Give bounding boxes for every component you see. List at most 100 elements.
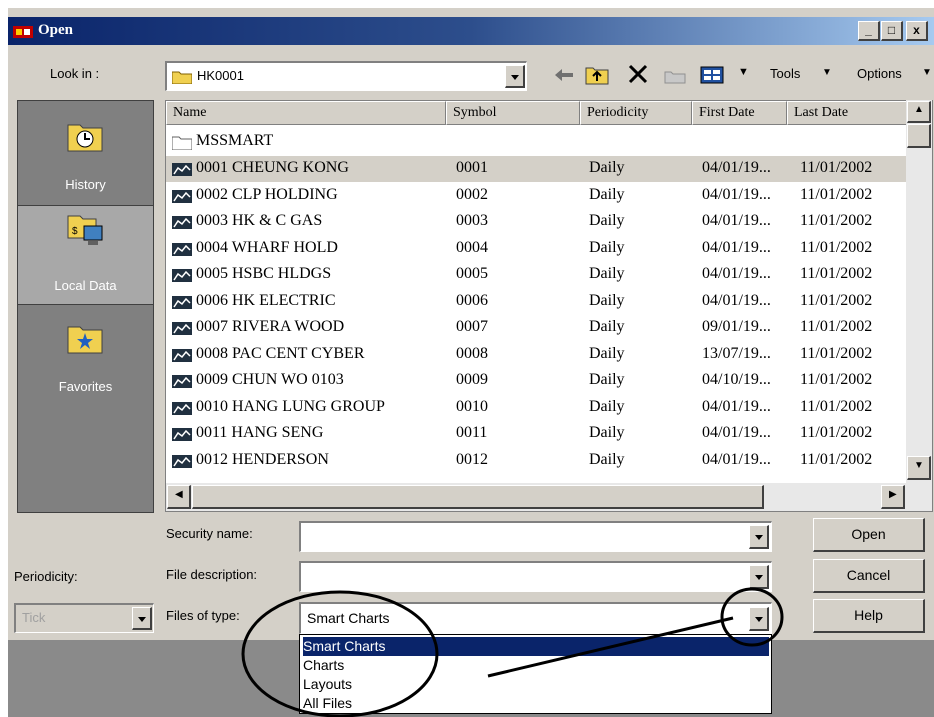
file-row[interactable]: 0009 CHUN WO 0103 0009 Daily 04/10/19... 11/…: [166, 368, 906, 394]
cell-name: 0012 HENDERSON: [196, 450, 329, 468]
cell-symbol: 0010: [456, 397, 488, 415]
scroll-up-button[interactable]: ▲: [907, 101, 931, 123]
file-row[interactable]: 0004 WHARF HOLD 0004 Daily 04/01/19... 11/01…: [166, 236, 906, 262]
views-dropdown-icon[interactable]: ▼: [738, 66, 749, 78]
files-of-type-value: Smart Charts: [307, 610, 390, 626]
vertical-scroll-thumb[interactable]: [907, 124, 931, 148]
cell-first: 04/10/19...: [702, 371, 771, 388]
cell-symbol: 0002: [456, 185, 488, 203]
periodicity-combo[interactable]: Tick: [14, 603, 154, 633]
file-row[interactable]: 0008 PAC CENT CYBER 0008 Daily 13/07/19... 1…: [166, 342, 906, 368]
type-option-charts[interactable]: Charts: [303, 656, 769, 675]
cell-periodicity: Daily: [589, 291, 625, 309]
periodicity-dropdown-button[interactable]: [132, 607, 152, 630]
file-row[interactable]: 0001 CHEUNG KONG 0001 Daily 04/01/19... 11/0…: [166, 156, 906, 182]
scroll-right-button[interactable]: ▶: [881, 485, 905, 509]
cell-first: 04/01/19...: [702, 424, 771, 441]
cell-periodicity: Daily: [589, 238, 625, 256]
chart-file-icon: [172, 189, 192, 203]
column-header-periodicity[interactable]: Periodicity: [580, 101, 692, 125]
files-of-type-dropdown-button[interactable]: [749, 607, 769, 631]
cell-last: 11/01/2002: [800, 159, 873, 176]
chart-file-icon: [172, 269, 192, 282]
place-history[interactable]: History: [18, 101, 153, 203]
up-folder-icon[interactable]: [585, 63, 609, 85]
chart-file-icon: [172, 375, 192, 388]
file-row[interactable]: 0002 CLP HOLDING 0002 Daily 04/01/19... 11/0…: [166, 183, 906, 209]
file-row[interactable]: 0006 HK ELECTRIC 0006 Daily 04/01/19... 11/0…: [166, 289, 906, 315]
history-icon: [67, 124, 103, 152]
options-menu[interactable]: Options: [857, 66, 902, 81]
type-option-smart-charts[interactable]: Smart Charts: [303, 637, 769, 656]
vertical-scrollbar[interactable]: ▲ ▼: [906, 100, 932, 483]
cell-symbol: 0007: [456, 318, 488, 335]
cell-first: 04/01/19...: [702, 450, 771, 468]
horizontal-scrollbar[interactable]: ◀ ▶: [166, 483, 932, 511]
cell-first: 09/01/19...: [702, 318, 771, 335]
file-row[interactable]: 0003 HK & C GAS 0003 Daily 04/01/19... 11/01…: [166, 209, 906, 235]
look-in-combo[interactable]: HK0001: [165, 61, 527, 91]
file-row[interactable]: 0011 HANG SENG 0011 Daily 04/01/19... 11/01/…: [166, 421, 906, 447]
column-header-last-date[interactable]: Last Date: [787, 101, 907, 125]
cell-name: 0004 WHARF HOLD: [196, 238, 338, 256]
cell-name: 0008 PAC CENT CYBER: [196, 344, 365, 362]
cancel-button[interactable]: Cancel: [813, 559, 925, 593]
folder-row[interactable]: MSSMART: [166, 129, 906, 155]
file-description-dropdown-button[interactable]: [749, 565, 769, 589]
cell-symbol: 0006: [456, 291, 488, 309]
place-favorites[interactable]: Favorites: [18, 307, 153, 417]
close-button[interactable]: x: [906, 21, 928, 41]
views-icon[interactable]: [700, 65, 724, 85]
scroll-left-button[interactable]: ◀: [167, 485, 191, 509]
file-row[interactable]: 0005 HSBC HLDGS 0005 Daily 04/01/19... 11/01…: [166, 262, 906, 288]
cell-periodicity: Daily: [589, 424, 625, 441]
help-button[interactable]: Help: [813, 599, 925, 633]
cell-first: 04/01/19...: [702, 238, 771, 256]
new-folder-icon[interactable]: [663, 66, 687, 84]
column-header-name[interactable]: Name: [166, 101, 446, 125]
chart-file-icon: [172, 401, 192, 415]
type-option-all-files[interactable]: All Files: [303, 694, 769, 713]
column-header-symbol[interactable]: Symbol: [446, 101, 580, 125]
back-arrow-icon[interactable]: [553, 67, 575, 83]
chart-file-icon: [172, 163, 192, 176]
title-bar: [8, 17, 934, 45]
cell-periodicity: Daily: [589, 344, 625, 362]
delete-icon[interactable]: [627, 64, 649, 84]
cell-last: 11/01/2002: [800, 185, 873, 203]
file-row[interactable]: 0010 HANG LUNG GROUP 0010 Daily 04/01/19...…: [166, 395, 906, 421]
cell-first: 04/01/19...: [702, 159, 771, 176]
file-row[interactable]: 0007 RIVERA WOOD 0007 Daily 09/01/19... 11/0…: [166, 315, 906, 341]
cell-name: 0009 CHUN WO 0103: [196, 371, 344, 388]
file-row[interactable]: 0012 HENDERSON 0012 Daily 04/01/19... 11/01/…: [166, 448, 906, 474]
place-label: Local Data: [54, 278, 117, 293]
options-dropdown-icon[interactable]: ▼: [922, 67, 932, 78]
chart-file-icon: [172, 322, 192, 335]
chart-file-icon: [172, 348, 192, 362]
cell-name: 0006 HK ELECTRIC: [196, 291, 336, 309]
place-local-data[interactable]: $ Local Data: [18, 205, 153, 305]
security-name-field[interactable]: [299, 521, 772, 552]
file-description-field[interactable]: [299, 561, 772, 592]
horizontal-scroll-thumb[interactable]: [192, 485, 764, 509]
scroll-down-button[interactable]: ▼: [907, 456, 931, 480]
files-of-type-dropdown-list: Smart Charts Charts Layouts All Files: [299, 634, 772, 714]
look-in-dropdown-button[interactable]: [505, 65, 525, 88]
type-option-layouts[interactable]: Layouts: [303, 675, 769, 694]
maximize-button[interactable]: □: [881, 21, 903, 41]
periodicity-label: Periodicity:: [14, 569, 78, 584]
column-header-first-date[interactable]: First Date: [692, 101, 787, 125]
tools-menu[interactable]: Tools: [770, 66, 800, 81]
open-button[interactable]: Open: [813, 518, 925, 552]
local-data-icon: $: [67, 215, 103, 245]
cell-name: 0010 HANG LUNG GROUP: [196, 397, 385, 415]
minimize-button[interactable]: _: [858, 21, 880, 41]
chart-file-icon: [172, 216, 192, 229]
cell-name: 0005 HSBC HLDGS: [196, 265, 332, 282]
tools-dropdown-icon[interactable]: ▼: [822, 67, 832, 78]
cell-symbol: 0001: [456, 159, 488, 176]
places-bar: History $ Local Data Favorites: [17, 100, 154, 513]
files-of-type-combo[interactable]: Smart Charts: [299, 602, 772, 634]
cell-first: 04/01/19...: [702, 185, 771, 203]
security-name-dropdown-button[interactable]: [749, 525, 769, 549]
